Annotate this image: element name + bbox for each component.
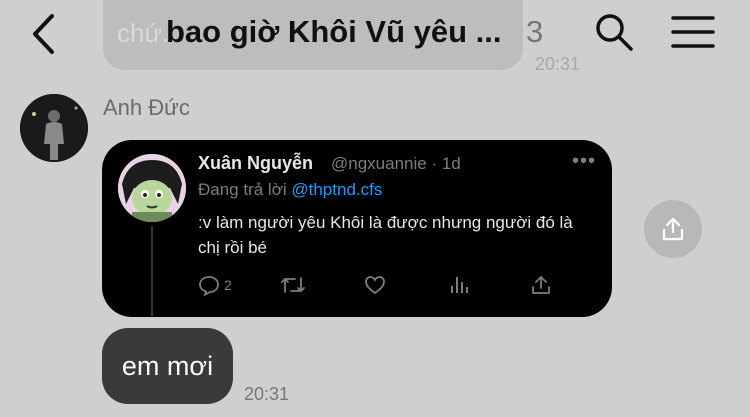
upload-share-icon	[532, 276, 550, 294]
reply-context: Đang trả lời @thptnd.cfs	[198, 180, 382, 200]
tweet-handle-and-age: @ngxuannie · 1d	[331, 154, 461, 173]
share-icon	[662, 217, 684, 241]
sender-name: Anh Đức	[103, 95, 190, 120]
retweet-action[interactable]	[280, 274, 306, 296]
more-options-icon[interactable]: •••	[572, 150, 596, 173]
search-icon	[596, 14, 633, 51]
person-photo-icon	[20, 94, 88, 162]
previous-message-time: 20:31	[535, 54, 581, 74]
message-time: 20:31	[244, 384, 290, 404]
chat-title[interactable]: bao giờ Khôi Vũ yêu ...	[166, 14, 502, 50]
reply-count: 2	[224, 277, 232, 293]
analytics-icon	[451, 277, 468, 293]
reply-prefix: Đang trả lời	[198, 180, 287, 199]
back-button[interactable]	[28, 12, 62, 56]
sender-avatar[interactable]	[20, 94, 88, 162]
search-button[interactable]	[594, 12, 634, 52]
share-tweet-action[interactable]	[530, 274, 552, 296]
retweet-icon	[281, 277, 305, 293]
tweet-author-name[interactable]: Xuân Nguyễn	[198, 153, 313, 174]
analytics-action[interactable]	[448, 274, 470, 296]
member-count: 3	[526, 14, 544, 49]
tweet-author-avatar[interactable]	[118, 154, 186, 222]
thread-line	[151, 226, 153, 316]
menu-button[interactable]	[671, 14, 715, 50]
reply-icon	[199, 276, 219, 296]
reply-handle-link[interactable]: @thptnd.cfs	[291, 180, 382, 199]
hamburger-menu-icon	[671, 16, 715, 48]
forward-button[interactable]	[644, 200, 702, 258]
reply-action[interactable]: 2	[198, 274, 232, 296]
like-action[interactable]	[364, 274, 386, 296]
heart-icon	[365, 276, 385, 295]
message-bubble[interactable]: em mơi	[102, 328, 233, 404]
tweet-text: :v làm người yêu Khôi là được nhưng ngườ…	[198, 213, 573, 257]
message-text: em mơi	[121, 350, 214, 381]
chevron-left-icon	[33, 14, 54, 54]
cartoon-avatar-icon	[118, 154, 186, 222]
shared-tweet-card[interactable]: Xuân Nguyễn @ngxuannie · 1d ••• Đang trả…	[102, 140, 612, 317]
